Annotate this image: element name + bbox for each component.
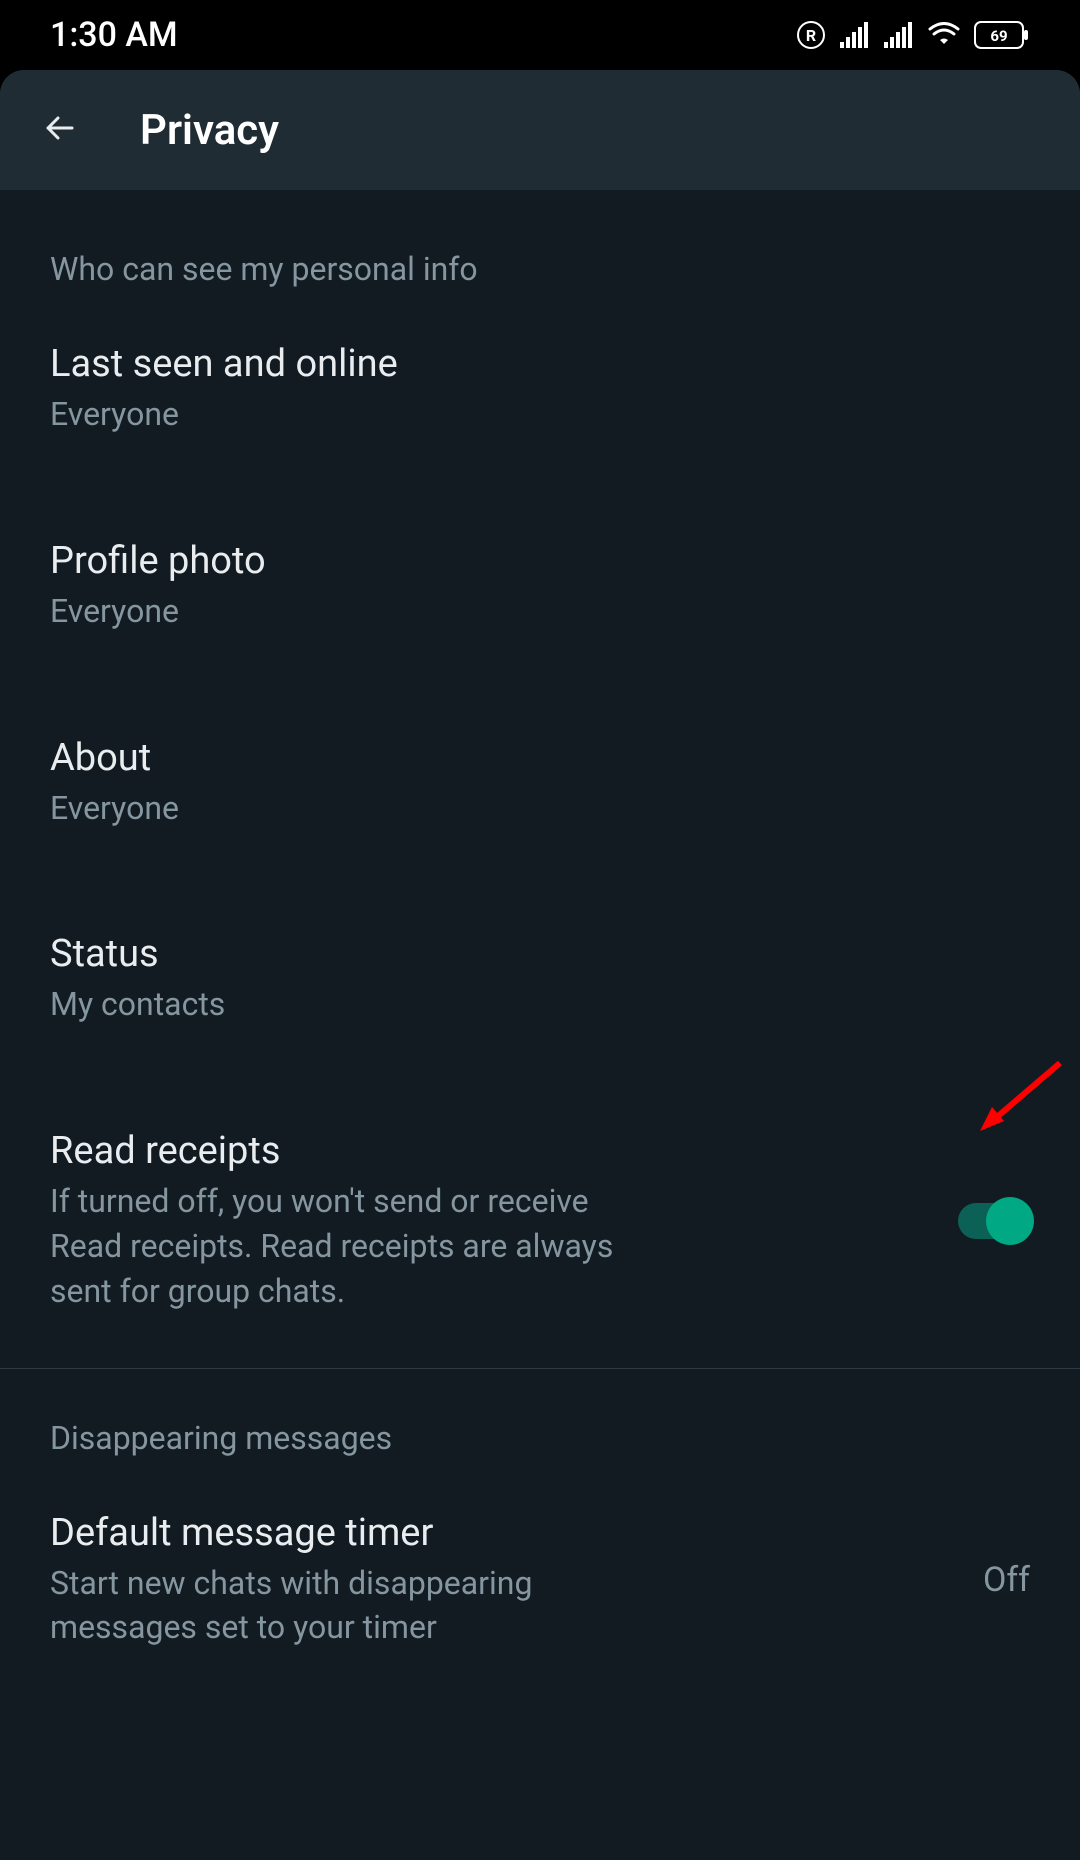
setting-default-timer[interactable]: Default message timer Start new chats wi… [0, 1487, 1080, 1675]
signal-icon-1 [840, 22, 870, 48]
app-window: Privacy Who can see my personal info Las… [0, 70, 1080, 1860]
svg-text:R: R [806, 26, 816, 45]
setting-profile-photo[interactable]: Profile photo Everyone [0, 515, 1080, 658]
settings-content: Who can see my personal info Last seen a… [0, 190, 1080, 1860]
setting-subtitle: Everyone [50, 786, 1030, 831]
setting-status[interactable]: Status My contacts [0, 908, 1080, 1051]
page-title: Privacy [140, 106, 279, 155]
app-header: Privacy [0, 70, 1080, 190]
wifi-icon [928, 22, 960, 48]
setting-read-receipts[interactable]: Read receipts If turned off, you won't s… [0, 1105, 1080, 1337]
registered-icon: R [796, 20, 826, 50]
status-bar: 1:30 AM R [0, 0, 1080, 70]
setting-title: Profile photo [50, 539, 1030, 583]
setting-subtitle: Start new chats with disappearing messag… [50, 1561, 630, 1651]
setting-title: Status [50, 932, 1030, 976]
setting-title: Default message timer [50, 1511, 630, 1555]
battery-icon: 69 [974, 21, 1030, 49]
toggle-thumb [986, 1197, 1034, 1245]
svg-text:69: 69 [990, 27, 1007, 45]
setting-title: About [50, 736, 1030, 780]
section-header-disappearing: Disappearing messages [0, 1419, 1080, 1487]
status-icons-group: R [796, 20, 1030, 50]
setting-subtitle: If turned off, you won't send or receive… [50, 1179, 630, 1313]
setting-title: Read receipts [50, 1129, 630, 1173]
setting-last-seen[interactable]: Last seen and online Everyone [0, 318, 1080, 461]
setting-value: Off [983, 1560, 1030, 1600]
setting-subtitle: Everyone [50, 589, 1030, 634]
back-button[interactable] [40, 108, 80, 152]
signal-icon-2 [884, 22, 914, 48]
section-divider [0, 1368, 1080, 1369]
setting-about[interactable]: About Everyone [0, 712, 1080, 855]
status-time: 1:30 AM [50, 15, 178, 55]
setting-subtitle: My contacts [50, 982, 1030, 1027]
section-header-personal-info: Who can see my personal info [0, 250, 1080, 318]
read-receipts-toggle[interactable] [958, 1203, 1030, 1239]
setting-subtitle: Everyone [50, 392, 1030, 437]
setting-title: Last seen and online [50, 342, 1030, 386]
